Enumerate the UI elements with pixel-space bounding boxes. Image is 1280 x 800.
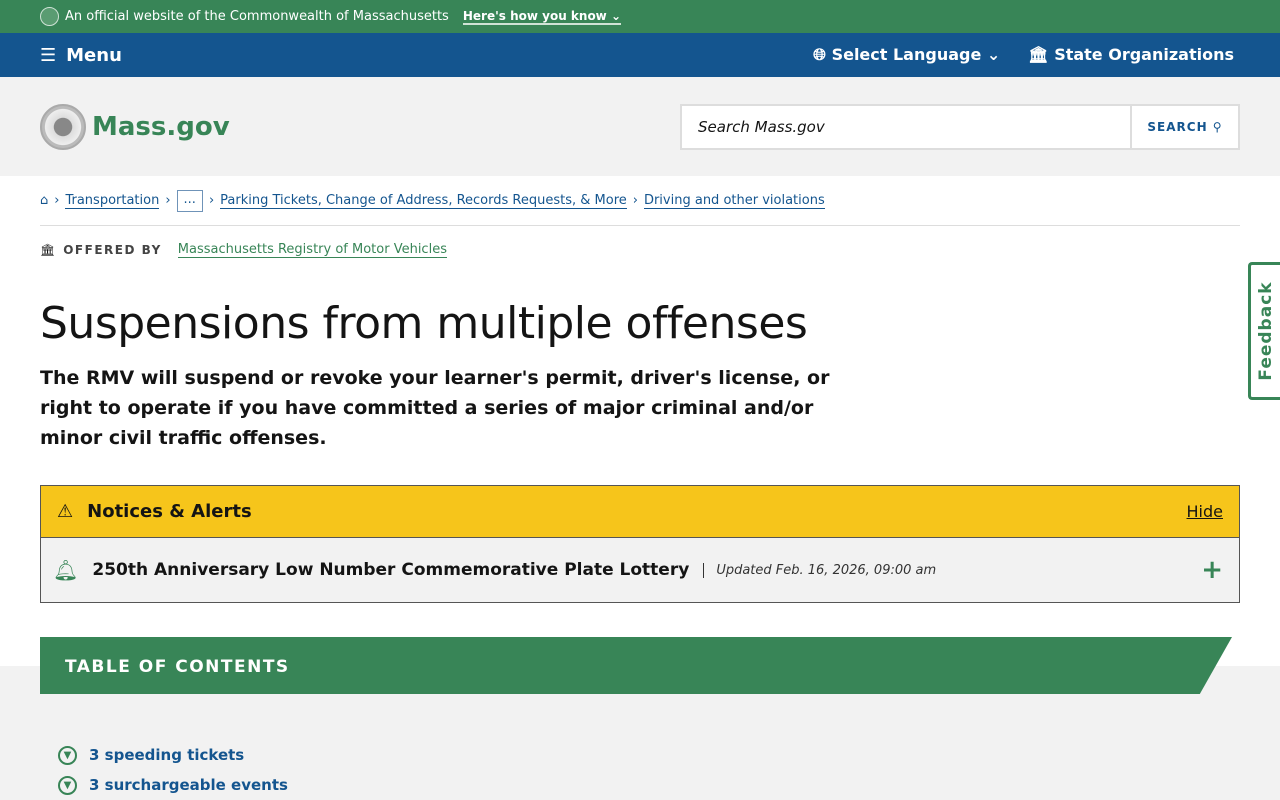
page-lede: The RMV will suspend or revoke your lear… (40, 367, 830, 449)
seal-icon (40, 7, 59, 26)
how-you-know-label: Here's how you know (462, 8, 607, 23)
search-button-label: SEARCH (1147, 119, 1208, 134)
chevron-circle-icon: ▼ (58, 745, 77, 765)
breadcrumb-driving-violations[interactable]: Driving and other violations (643, 193, 825, 209)
toc-item-label: 3 speeding tickets (89, 746, 245, 764)
breadcrumb-parking-tickets[interactable]: Parking Tickets, Change of Address, Reco… (220, 193, 627, 209)
notices-alerts: ⚠ Notices & Alerts Hide 🔔︎ 250th Anniversa… (40, 485, 1240, 603)
menu-button[interactable]: ☰ Menu (40, 45, 122, 66)
toc-item-label: 3 surchargeable events (89, 776, 288, 794)
toc-item[interactable]: ▼ 3 surchargeable events (58, 770, 288, 800)
chevron-right-icon: › (165, 193, 171, 208)
feedback-label: Feedback (1255, 281, 1276, 381)
chevron-right-icon: › (208, 193, 215, 208)
menu-label: Menu (66, 44, 122, 66)
toc-item[interactable]: ▼ 3 speeding tickets (58, 740, 288, 770)
search-input[interactable] (682, 105, 1130, 148)
breadcrumb: ⌂ › Transportation › ... › Parking Tickets,… (40, 176, 1240, 226)
state-organizations-button[interactable]: 🏛︎ State Organizations (1028, 45, 1234, 65)
language-select[interactable]: 🌐︎ Select Language ⌄ (813, 45, 1000, 65)
alert-updated: Updated Feb. 16, 2026, 09:00 am (703, 562, 936, 578)
expand-plus-icon[interactable]: + (1201, 555, 1223, 585)
seal-icon (40, 103, 86, 150)
toc-heading: TABLE OF CONTENTS (40, 637, 1232, 694)
mass-gov-logo[interactable]: Mass.gov (40, 103, 230, 150)
home-icon[interactable]: ⌂ (40, 193, 48, 208)
alert-title: 250th Anniversary Low Number Commemorati… (92, 560, 690, 580)
offered-by: 🏛︎ OFFERED BY Massachusetts Registry of … (40, 242, 1240, 258)
globe-icon: 🌐︎ (813, 45, 826, 64)
feedback-button[interactable]: Feedback (1248, 262, 1280, 400)
logo-text: Mass.gov (92, 111, 230, 142)
chevron-right-icon: › (632, 193, 638, 208)
main-nav: ☰ Menu 🌐︎ Select Language ⌄ 🏛︎ State Orga… (0, 33, 1280, 77)
search-button[interactable]: SEARCH ⚲ (1130, 105, 1238, 148)
offered-by-label: OFFERED BY (63, 243, 162, 257)
breadcrumb-transportation[interactable]: Transportation (65, 193, 160, 209)
search-icon: ⚲ (1212, 119, 1223, 134)
building-icon: 🏛︎ (40, 243, 56, 257)
chevron-down-icon: ⌄ (610, 8, 622, 23)
toc-list: ▼ 3 speeding tickets ▼ 3 surchargeable eve… (58, 740, 288, 800)
chevron-circle-icon: ▼ (58, 775, 77, 795)
warning-icon: ⚠ (57, 501, 74, 522)
offered-by-org-link[interactable]: Massachusetts Registry of Motor Vehicles (177, 242, 447, 258)
alert-item[interactable]: 🔔︎ 250th Anniversary Low Number Commemor… (41, 538, 1239, 602)
how-you-know-toggle[interactable]: Here's how you know ⌄ (462, 8, 622, 25)
language-label: Select Language (831, 45, 982, 64)
page-title: Suspensions from multiple offenses (40, 298, 808, 349)
official-banner: An official website of the Commonwealth … (0, 0, 1280, 33)
alerts-heading: Notices & Alerts (87, 501, 252, 522)
bell-icon: 🔔︎ (53, 558, 79, 582)
search-form: SEARCH ⚲ (680, 103, 1240, 150)
official-text: An official website of the Commonwealth … (65, 9, 449, 24)
breadcrumb-expand[interactable]: ... (176, 189, 203, 212)
chevron-down-icon: ⌄ (986, 45, 1001, 64)
site-header: Mass.gov SEARCH ⚲ (0, 77, 1280, 176)
chevron-right-icon: › (54, 193, 60, 208)
hamburger-icon: ☰ (40, 44, 57, 66)
state-organizations-label: State Organizations (1054, 45, 1234, 64)
hide-alerts-button[interactable]: Hide (1187, 502, 1223, 521)
building-icon: 🏛︎ (1028, 45, 1049, 64)
